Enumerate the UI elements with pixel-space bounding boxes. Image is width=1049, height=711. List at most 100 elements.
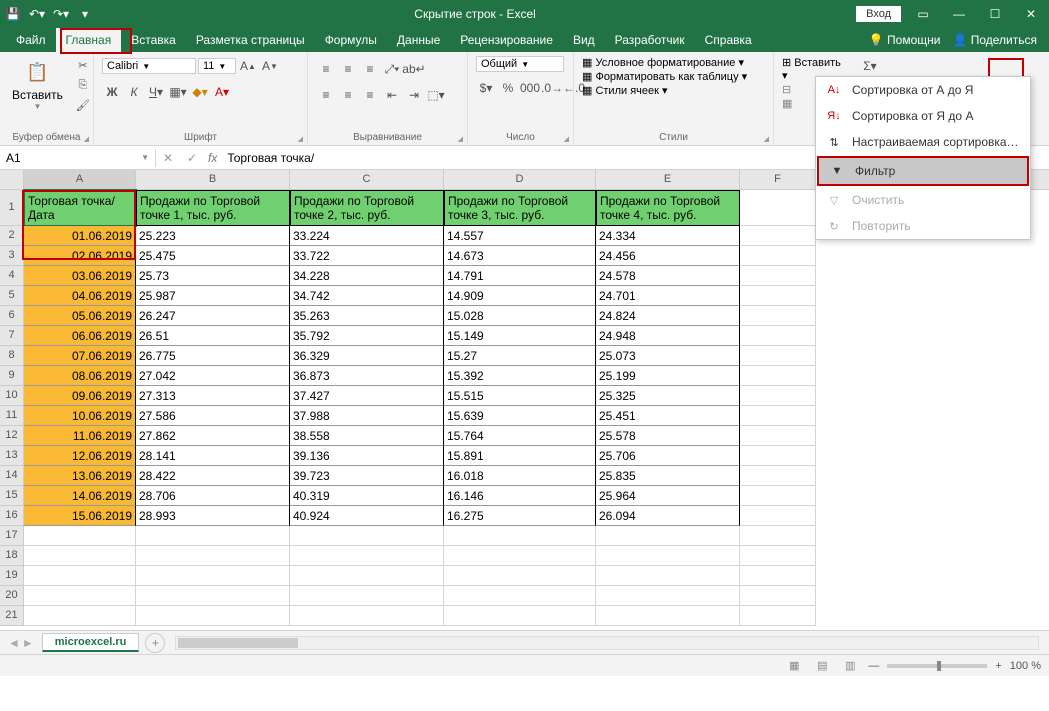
tab-рецензирование[interactable]: Рецензирование (450, 28, 563, 52)
cell[interactable] (290, 566, 444, 586)
cell[interactable] (444, 586, 596, 606)
share-button[interactable]: 👤 Поделиться (952, 33, 1037, 47)
cell[interactable] (136, 526, 290, 546)
row-header[interactable]: 8 (0, 346, 24, 366)
cell[interactable]: 35.792 (290, 326, 444, 346)
cell[interactable] (740, 566, 816, 586)
orientation-icon[interactable]: ⤢▾ (382, 59, 402, 79)
font-color-icon[interactable]: A▾ (212, 82, 232, 102)
paste-button[interactable]: 📋 Вставить ▼ (8, 56, 67, 113)
cell[interactable]: 33.722 (290, 246, 444, 266)
cell[interactable]: 26.247 (136, 306, 290, 326)
cell[interactable]: 27.862 (136, 426, 290, 446)
format-as-table-button[interactable]: ▦ Форматировать как таблицу ▾ (582, 70, 747, 83)
close-icon[interactable]: ✕ (1017, 0, 1045, 28)
cell[interactable] (24, 546, 136, 566)
decrease-indent-icon[interactable]: ⇤ (382, 85, 402, 105)
cell[interactable]: 14.909 (444, 286, 596, 306)
align-left-icon[interactable]: ≡ (316, 85, 336, 105)
cell[interactable]: 28.706 (136, 486, 290, 506)
zoom-in-button[interactable]: + (995, 660, 1001, 672)
row-header[interactable]: 10 (0, 386, 24, 406)
cell[interactable]: 12.06.2019 (24, 446, 136, 466)
cell[interactable] (740, 386, 816, 406)
cell[interactable] (136, 606, 290, 626)
column-header-D[interactable]: D (444, 170, 596, 189)
sheet-tab[interactable]: microexcel.ru (42, 633, 140, 652)
cell[interactable]: 25.325 (596, 386, 740, 406)
cell[interactable]: 37.427 (290, 386, 444, 406)
fill-color-icon[interactable]: ◆▾ (190, 82, 210, 102)
cell[interactable]: 25.223 (136, 226, 290, 246)
cell[interactable]: 08.06.2019 (24, 366, 136, 386)
qat-customize-icon[interactable]: ▾ (76, 5, 94, 23)
cell[interactable]: Продажи по Торговой точке 4, тыс. руб. (596, 190, 740, 226)
row-header[interactable]: 13 (0, 446, 24, 466)
format-cells-button[interactable]: ▦ (782, 97, 792, 110)
cell[interactable] (740, 466, 816, 486)
add-sheet-button[interactable]: + (145, 633, 165, 653)
zoom-out-button[interactable]: — (868, 660, 879, 672)
row-header[interactable]: 4 (0, 266, 24, 286)
delete-cells-button[interactable]: ⊟ (782, 83, 791, 96)
cell[interactable]: Торговая точка/Дата (24, 190, 136, 226)
tell-me-button[interactable]: 💡 Помощни (869, 33, 941, 47)
cell[interactable] (740, 606, 816, 626)
align-bottom-icon[interactable]: ≡ (360, 59, 380, 79)
copy-icon[interactable]: ⎘ (73, 76, 93, 94)
increase-indent-icon[interactable]: ⇥ (404, 85, 424, 105)
percent-icon[interactable]: % (498, 78, 518, 98)
page-break-view-icon[interactable]: ▥ (840, 658, 860, 674)
cell[interactable]: 15.149 (444, 326, 596, 346)
cell[interactable] (740, 346, 816, 366)
cell[interactable]: 36.329 (290, 346, 444, 366)
row-header[interactable]: 18 (0, 546, 24, 566)
row-header[interactable]: 15 (0, 486, 24, 506)
undo-icon[interactable]: ↶▾ (28, 5, 46, 23)
cell[interactable]: 25.987 (136, 286, 290, 306)
cell[interactable]: Продажи по Торговой точке 2, тыс. руб. (290, 190, 444, 226)
sort-custom-item[interactable]: ⇅Настраиваемая сортировка… (816, 129, 1030, 155)
cell[interactable]: 24.456 (596, 246, 740, 266)
cell[interactable] (444, 566, 596, 586)
align-center-icon[interactable]: ≡ (338, 85, 358, 105)
autosum-icon[interactable]: Σ▾ (860, 56, 880, 76)
tab-файл[interactable]: Файл (6, 28, 56, 52)
cell[interactable] (740, 526, 816, 546)
cell[interactable]: 33.224 (290, 226, 444, 246)
cell[interactable]: 26.51 (136, 326, 290, 346)
cell[interactable]: 24.701 (596, 286, 740, 306)
cut-icon[interactable]: ✂ (73, 56, 93, 74)
cell[interactable]: 25.73 (136, 266, 290, 286)
cell[interactable]: Продажи по Торговой точке 1, тыс. руб. (136, 190, 290, 226)
cell[interactable]: 14.791 (444, 266, 596, 286)
comma-icon[interactable]: 000 (520, 78, 540, 98)
conditional-formatting-button[interactable]: ▦ Условное форматирование ▾ (582, 56, 744, 69)
row-header[interactable]: 11 (0, 406, 24, 426)
cell[interactable]: 24.824 (596, 306, 740, 326)
cell[interactable] (444, 546, 596, 566)
cell[interactable] (136, 566, 290, 586)
cell[interactable] (596, 586, 740, 606)
cell[interactable] (740, 546, 816, 566)
cell[interactable] (24, 586, 136, 606)
row-header[interactable]: 19 (0, 566, 24, 586)
cell[interactable]: 36.873 (290, 366, 444, 386)
column-header-B[interactable]: B (136, 170, 290, 189)
cell[interactable] (596, 526, 740, 546)
cell[interactable] (740, 366, 816, 386)
sort-desc-item[interactable]: Я↓Сортировка от Я до А (816, 103, 1030, 129)
cell[interactable]: 13.06.2019 (24, 466, 136, 486)
filter-item[interactable]: ▼Фильтр (817, 156, 1029, 186)
cell[interactable] (290, 546, 444, 566)
fx-icon[interactable]: fx (204, 151, 221, 165)
increase-decimal-icon[interactable]: .0→ (542, 78, 562, 98)
cell[interactable]: 15.028 (444, 306, 596, 326)
cell[interactable]: 25.578 (596, 426, 740, 446)
cell[interactable] (136, 586, 290, 606)
cell[interactable]: 15.06.2019 (24, 506, 136, 526)
maximize-icon[interactable]: ☐ (981, 0, 1009, 28)
cell[interactable]: 16.275 (444, 506, 596, 526)
row-header[interactable]: 12 (0, 426, 24, 446)
cell[interactable]: 25.964 (596, 486, 740, 506)
